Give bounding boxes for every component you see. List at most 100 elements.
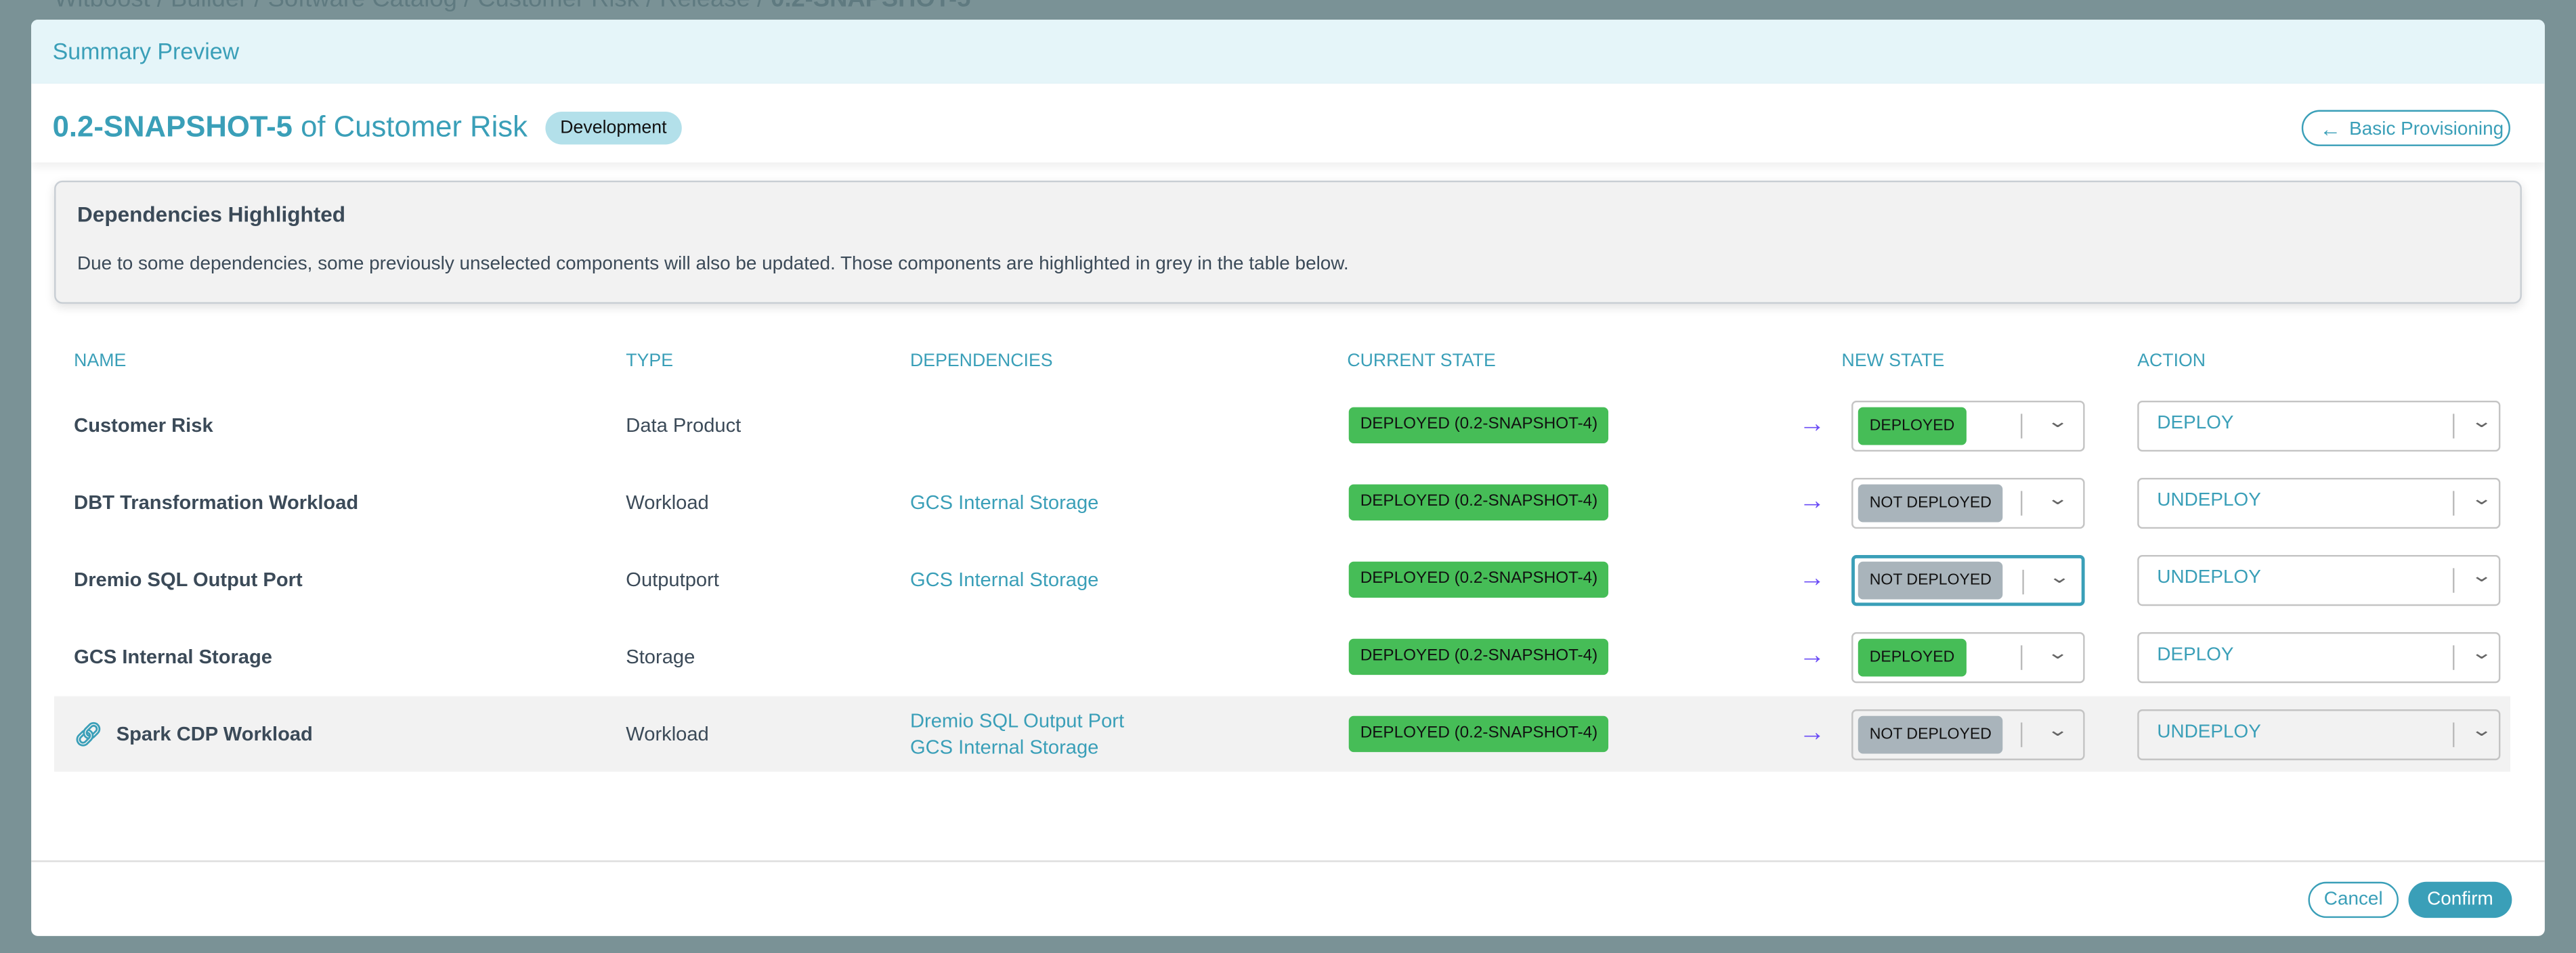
column-header-name: NAME (74, 351, 127, 372)
info-text: Due to some dependencies, some previousl… (77, 254, 1349, 275)
select-separator (2453, 645, 2455, 670)
breadcrumb: Witboost / Builder / Software Catalog / … (54, 0, 970, 13)
breadcrumb-item[interactable]: Release (660, 0, 750, 13)
confirm-button[interactable]: Confirm (2408, 881, 2512, 918)
select-separator (2020, 722, 2023, 747)
new-state-select[interactable]: NOT DEPLOYED ⌄ (1851, 709, 2085, 761)
cancel-button[interactable]: Cancel (2308, 881, 2399, 918)
current-state-badge: DEPLOYED (0.2-SNAPSHOT-4) (1348, 561, 1610, 598)
info-title: Dependencies Highlighted (77, 202, 346, 227)
environment-badge: Development (545, 111, 682, 145)
title-bar: 0.2-SNAPSHOT-5 of Customer Risk Developm… (31, 84, 2545, 162)
chevron-down-icon[interactable]: ⌄ (2048, 567, 2071, 588)
chevron-down-icon[interactable]: ⌄ (2470, 565, 2493, 586)
select-separator (2453, 491, 2455, 516)
component-name-text: Customer Risk (74, 414, 213, 437)
chevron-down-icon[interactable]: ⌄ (2046, 642, 2069, 663)
component-dependencies: Dremio SQL Output Port GCS Internal Stora… (910, 696, 1124, 772)
dependency-link[interactable]: Dremio SQL Output Port (910, 708, 1124, 734)
link-icon: 🔗︎ (74, 719, 104, 747)
action-value: DEPLOY (2157, 645, 2234, 665)
select-separator (2022, 569, 2024, 595)
table-row: DBT Transformation Workload Workload GCS… (54, 465, 2510, 541)
column-header-action: ACTION (2137, 351, 2206, 372)
chevron-down-icon[interactable]: ⌄ (2046, 411, 2069, 432)
current-state-badge: DEPLOYED (0.2-SNAPSHOT-4) (1348, 484, 1610, 521)
new-state-chip: NOT DEPLOYED (1858, 484, 2003, 523)
component-type: Workload (626, 491, 709, 514)
component-dependencies: GCS Internal Storage (910, 465, 1098, 541)
breadcrumb-item[interactable]: Software Catalog (268, 0, 457, 13)
column-header-current-state: CURRENT STATE (1347, 351, 1496, 372)
component-type: Storage (626, 645, 695, 669)
footer-divider (31, 860, 2545, 862)
component-name: 🔗︎ Spark CDP Workload (74, 696, 313, 772)
breadcrumb-current: 0.2-SNAPSHOT-5 (771, 0, 970, 13)
title-rest: of Customer Risk (292, 110, 528, 143)
dependency-link[interactable]: GCS Internal Storage (910, 567, 1098, 593)
chevron-down-icon[interactable]: ⌄ (2470, 411, 2493, 432)
current-state: DEPLOYED (0.2-SNAPSHOT-4) (1348, 465, 1610, 541)
arrow-right-icon: → (1799, 642, 1826, 670)
chevron-down-icon[interactable]: ⌄ (2046, 488, 2069, 509)
action-select[interactable]: UNDEPLOY ⌄ (2137, 709, 2501, 761)
table-row: 🔗︎ Spark CDP Workload Workload Dremio SQL… (54, 696, 2510, 772)
component-dependencies: GCS Internal Storage (910, 542, 1098, 618)
new-state-chip: DEPLOYED (1858, 638, 1967, 677)
current-state: DEPLOYED (0.2-SNAPSHOT-4) (1348, 696, 1610, 772)
action-select[interactable]: DEPLOY ⌄ (2137, 632, 2501, 684)
component-name: DBT Transformation Workload (74, 465, 358, 541)
chevron-down-icon[interactable]: ⌄ (2046, 719, 2069, 740)
arrow-left-icon: ← (2319, 116, 2342, 141)
current-state: DEPLOYED (0.2-SNAPSHOT-4) (1348, 619, 1610, 695)
dialog-header: Summary Preview (31, 20, 2545, 84)
action-select[interactable]: UNDEPLOY ⌄ (2137, 477, 2501, 529)
select-separator (2020, 491, 2023, 516)
current-state: DEPLOYED (0.2-SNAPSHOT-4) (1348, 388, 1610, 464)
arrow-right-icon: → (1799, 564, 1826, 593)
component-name: GCS Internal Storage (74, 619, 272, 695)
table-row: Dremio SQL Output Port Outputport GCS In… (54, 542, 2510, 618)
select-separator (2453, 722, 2455, 747)
current-state: DEPLOYED (0.2-SNAPSHOT-4) (1348, 542, 1610, 618)
basic-provisioning-label: Basic Provisioning (2349, 120, 2504, 140)
chevron-down-icon[interactable]: ⌄ (2470, 488, 2493, 509)
dependency-link[interactable]: GCS Internal Storage (910, 489, 1098, 516)
action-value: UNDEPLOY (2157, 722, 2261, 743)
column-header-new-state: NEW STATE (1841, 351, 1945, 372)
new-state-select[interactable]: DEPLOYED ⌄ (1851, 632, 2085, 684)
component-name: Dremio SQL Output Port (74, 542, 303, 618)
breadcrumb-item[interactable]: Customer Risk (477, 0, 639, 13)
column-header-dependencies: DEPENDENCIES (910, 351, 1053, 372)
dependency-link[interactable]: GCS Internal Storage (910, 734, 1098, 760)
summary-preview-dialog: Summary Preview 0.2-SNAPSHOT-5 of Custom… (31, 20, 2545, 936)
chevron-down-icon[interactable]: ⌄ (2470, 642, 2493, 663)
component-name-text: GCS Internal Storage (74, 645, 272, 669)
component-name: Customer Risk (74, 388, 213, 464)
dependencies-info-box: Dependencies Highlighted Due to some dep… (54, 180, 2522, 304)
action-select[interactable]: UNDEPLOY ⌄ (2137, 554, 2501, 606)
column-header-type: TYPE (626, 351, 674, 372)
action-value: UNDEPLOY (2157, 491, 2261, 511)
component-name-text: Dremio SQL Output Port (74, 568, 303, 592)
table-row: Customer Risk Data Product DEPLOYED (0.2… (54, 388, 2510, 464)
arrow-right-icon: → (1799, 487, 1826, 516)
arrow-right-icon: → (1799, 719, 1826, 747)
select-separator (2453, 414, 2455, 439)
select-separator (2453, 568, 2455, 593)
new-state-chip: NOT DEPLOYED (1858, 561, 2003, 600)
new-state-select[interactable]: NOT DEPLOYED ⌄ (1851, 477, 2085, 529)
breadcrumb-item[interactable]: Builder (171, 0, 247, 13)
basic-provisioning-button[interactable]: ← Basic Provisioning (2301, 110, 2510, 146)
release-version: 0.2-SNAPSHOT-5 (52, 110, 293, 143)
action-select[interactable]: DEPLOY ⌄ (2137, 400, 2501, 452)
arrow-right-icon: → (1799, 410, 1826, 439)
new-state-chip: NOT DEPLOYED (1858, 715, 2003, 754)
new-state-chip: DEPLOYED (1858, 407, 1967, 445)
table-row: GCS Internal Storage Storage DEPLOYED (0… (54, 619, 2510, 695)
chevron-down-icon[interactable]: ⌄ (2470, 719, 2493, 740)
new-state-select[interactable]: NOT DEPLOYED ⌄ (1851, 554, 2085, 606)
new-state-select[interactable]: DEPLOYED ⌄ (1851, 400, 2085, 452)
breadcrumb-item[interactable]: Witboost (54, 0, 150, 13)
select-separator (2020, 414, 2023, 439)
